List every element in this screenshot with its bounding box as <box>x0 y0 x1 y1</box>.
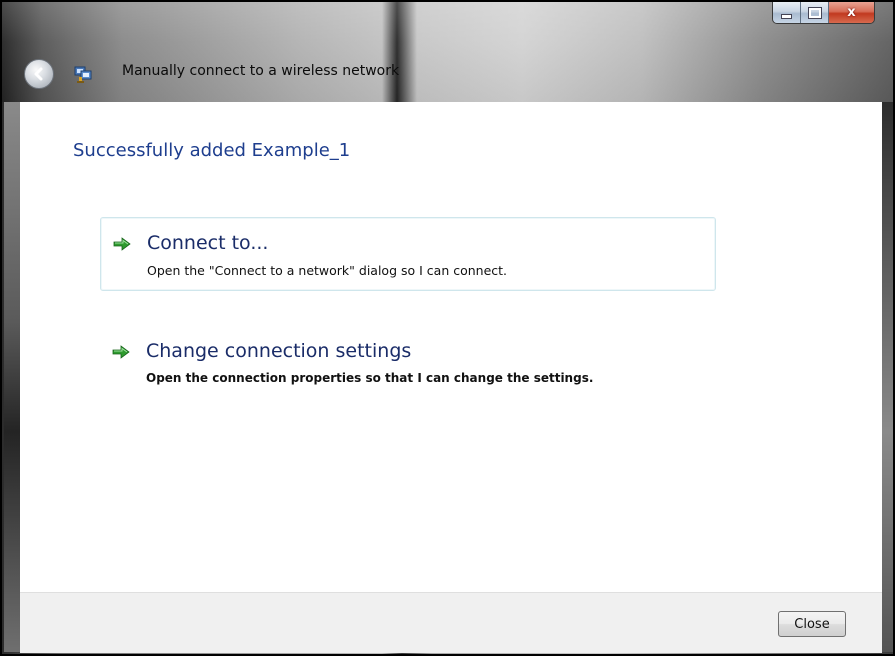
maximize-button[interactable] <box>801 2 829 23</box>
minimize-icon <box>781 13 792 19</box>
change-connection-settings-option[interactable]: Change connection settings Open the conn… <box>100 326 716 400</box>
change-connection-settings-label: Change connection settings <box>146 340 412 362</box>
window-frame: x Manually connect to a wireless network… <box>0 0 895 656</box>
connect-to-label: Connect to... <box>147 232 269 254</box>
close-button[interactable]: Close <box>778 611 846 637</box>
back-button[interactable] <box>24 59 54 89</box>
dialog-footer: Close <box>20 592 882 653</box>
close-icon: x <box>847 5 856 20</box>
left-frame-edge <box>4 102 20 652</box>
title-bar[interactable]: x Manually connect to a wireless network <box>2 2 893 102</box>
back-arrow-icon <box>34 67 43 81</box>
page-heading: Successfully added Example_1 <box>73 140 351 161</box>
connect-to-option[interactable]: Connect to... Open the "Connect to a net… <box>100 217 716 291</box>
connect-to-description: Open the "Connect to a network" dialog s… <box>147 263 508 278</box>
window-title: Manually connect to a wireless network <box>122 63 400 79</box>
close-window-button[interactable]: x <box>829 2 874 23</box>
green-arrow-icon <box>113 237 131 251</box>
content-pane: Successfully added Example_1 Connect to.… <box>20 102 882 592</box>
right-frame-edge <box>882 102 893 652</box>
maximize-icon <box>807 6 822 19</box>
green-arrow-icon <box>112 345 130 359</box>
wireless-network-icon <box>74 66 92 83</box>
caption-buttons: x <box>772 2 875 24</box>
minimize-button[interactable] <box>773 2 801 23</box>
change-connection-settings-description: Open the connection properties so that I… <box>146 371 594 385</box>
